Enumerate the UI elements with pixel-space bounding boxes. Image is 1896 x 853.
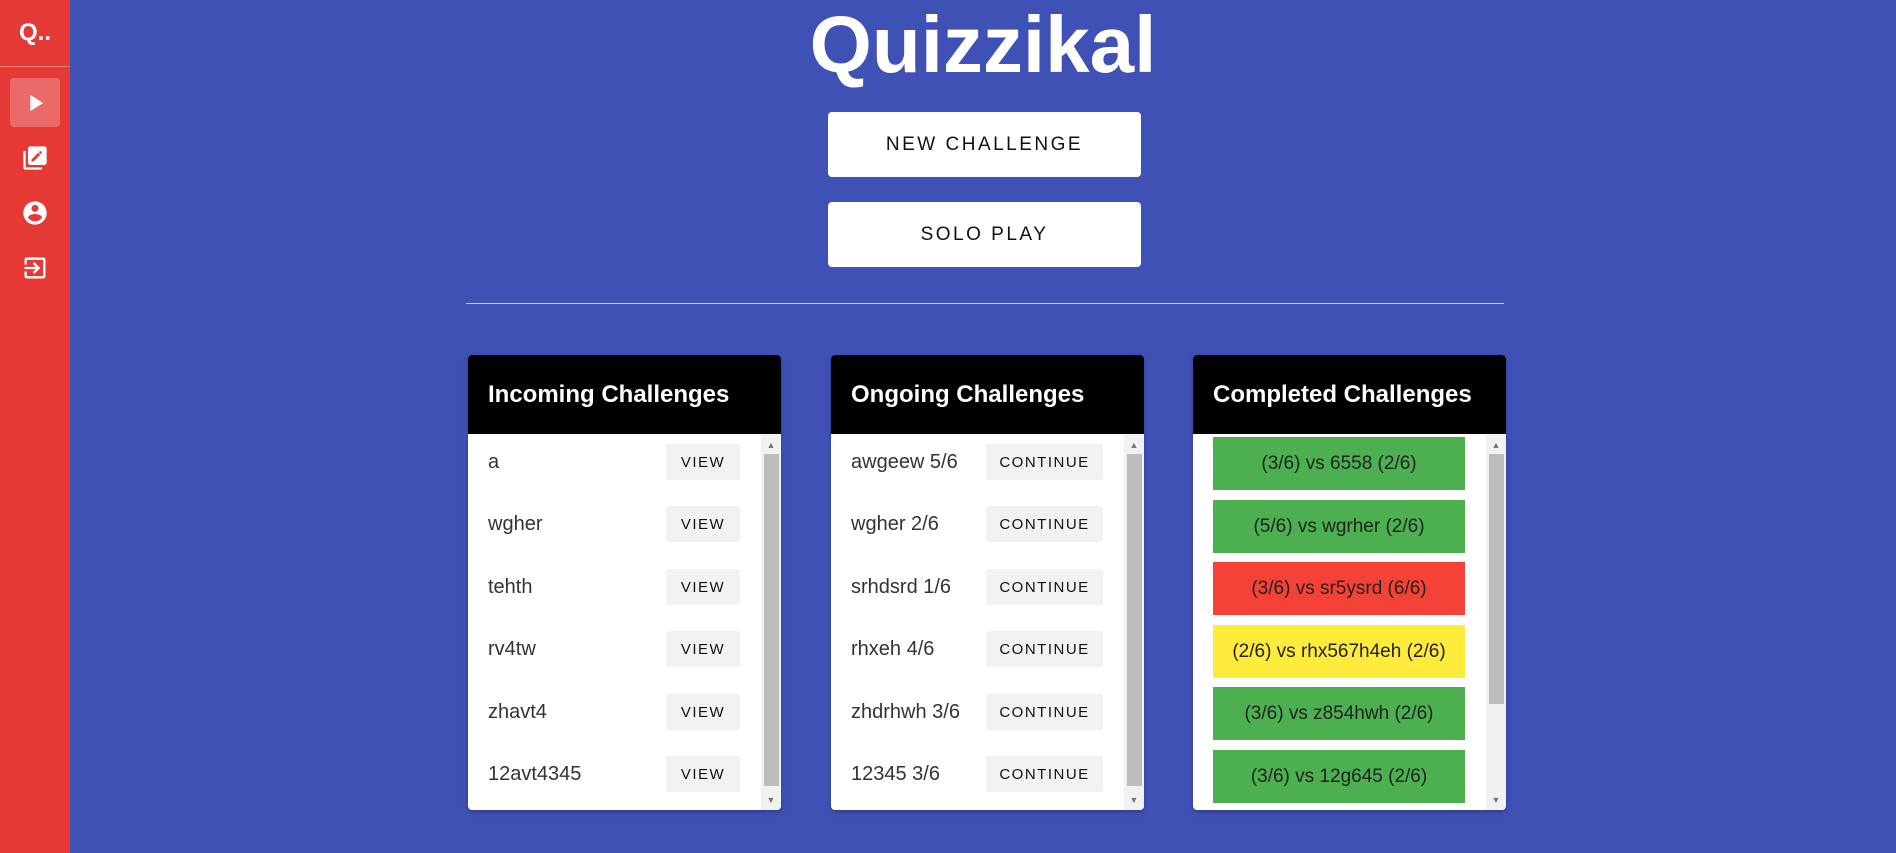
challenge-progress: rhxeh 4/6 — [851, 637, 935, 660]
list-item: zhavt4 VIEW — [488, 692, 740, 732]
scroll-up-arrow-icon[interactable]: ▲ — [1124, 436, 1144, 453]
challenger-name: tehth — [488, 575, 533, 598]
list-item: 12345 3/6 CONTINUE — [851, 754, 1103, 794]
view-button[interactable]: VIEW — [666, 631, 740, 667]
list-item: rhxeh 4/6 CONTINUE — [851, 629, 1103, 669]
incoming-challenges-card: Incoming Challenges a VIEW wgher VIEW te… — [468, 355, 781, 810]
list-item: rv4tw VIEW — [488, 629, 740, 669]
result-item[interactable]: (3/6) vs 6558 (2/6) — [1213, 437, 1465, 490]
scroll-up-arrow-icon[interactable]: ▲ — [1486, 436, 1506, 453]
nav-logout[interactable] — [10, 243, 60, 292]
challenger-name: zhavt4 — [488, 700, 547, 723]
scroll-down-arrow-icon[interactable]: ▼ — [1124, 791, 1144, 808]
challenge-progress: 12345 3/6 — [851, 762, 940, 785]
challenger-name: rv4tw — [488, 637, 536, 660]
scrollbar[interactable]: ▲ ▼ — [1486, 434, 1506, 810]
card-title: Incoming Challenges — [468, 355, 781, 434]
result-item[interactable]: (2/6) vs rhx567h4eh (2/6) — [1213, 625, 1465, 678]
app-logo[interactable]: Q.. — [0, 0, 70, 67]
continue-button[interactable]: CONTINUE — [986, 694, 1103, 730]
challenge-progress: wgher 2/6 — [851, 512, 939, 535]
challenge-progress: awgeew 5/6 — [851, 450, 958, 473]
scroll-thumb[interactable] — [1489, 454, 1504, 704]
incoming-list: a VIEW wgher VIEW tehth VIEW rv4tw VIEW … — [468, 434, 781, 810]
challenge-progress: srhdsrd 1/6 — [851, 575, 952, 598]
challenge-progress: zhdrhwh 3/6 — [851, 700, 960, 723]
page-title: Quizzikal — [809, 0, 1157, 89]
continue-button[interactable]: CONTINUE — [986, 569, 1103, 605]
scrollbar[interactable]: ▲ ▼ — [761, 434, 781, 810]
view-button[interactable]: VIEW — [666, 506, 740, 542]
ongoing-list: awgeew 5/6 CONTINUE wgher 2/6 CONTINUE s… — [831, 434, 1144, 810]
edit-icon — [23, 145, 47, 170]
ongoing-challenges-card: Ongoing Challenges awgeew 5/6 CONTINUE w… — [831, 355, 1144, 810]
nav-account[interactable] — [10, 188, 60, 237]
continue-button[interactable]: CONTINUE — [986, 506, 1103, 542]
scroll-down-arrow-icon[interactable]: ▼ — [761, 791, 781, 808]
divider — [466, 303, 1504, 304]
view-button[interactable]: VIEW — [666, 694, 740, 730]
completed-challenges-card: Completed Challenges (3/6) vs 6558 (2/6)… — [1193, 355, 1506, 810]
card-title: Completed Challenges — [1193, 355, 1506, 434]
list-item: zhdrhwh 3/6 CONTINUE — [851, 692, 1103, 732]
scroll-up-arrow-icon[interactable]: ▲ — [761, 436, 781, 453]
scroll-thumb[interactable] — [764, 454, 779, 786]
list-item: wgher 2/6 CONTINUE — [851, 504, 1103, 544]
challenger-name: a — [488, 450, 500, 473]
list-item: tehth VIEW — [488, 567, 740, 607]
list-item: srhdsrd 1/6 CONTINUE — [851, 567, 1103, 607]
play-icon — [30, 94, 44, 111]
continue-button[interactable]: CONTINUE — [986, 756, 1103, 792]
challenger-name: wgher — [488, 512, 543, 535]
logout-icon — [24, 257, 46, 278]
view-button[interactable]: VIEW — [666, 756, 740, 792]
sidebar: Q.. — [0, 0, 70, 853]
result-item[interactable]: (3/6) vs sr5ysrd (6/6) — [1213, 562, 1465, 615]
result-item[interactable]: (5/6) vs wgrher (2/6) — [1213, 500, 1465, 553]
challenger-name: 12avt4345 — [488, 762, 582, 785]
card-title: Ongoing Challenges — [831, 355, 1144, 434]
view-button[interactable]: VIEW — [666, 444, 740, 480]
scroll-down-arrow-icon[interactable]: ▼ — [1486, 791, 1506, 808]
account-icon — [23, 200, 47, 225]
nav-play[interactable] — [10, 78, 60, 127]
solo-play-button[interactable]: SOLO PLAY — [828, 202, 1141, 267]
nav-edit[interactable] — [10, 133, 60, 182]
result-item[interactable]: (3/6) vs z854hwh (2/6) — [1213, 687, 1465, 740]
scrollbar[interactable]: ▲ ▼ — [1124, 434, 1144, 810]
completed-list: (3/6) vs 6558 (2/6) (5/6) vs wgrher (2/6… — [1193, 434, 1506, 810]
new-challenge-button[interactable]: NEW CHALLENGE — [828, 112, 1141, 177]
continue-button[interactable]: CONTINUE — [986, 444, 1103, 480]
list-item: wgher VIEW — [488, 504, 740, 544]
list-item: awgeew 5/6 CONTINUE — [851, 442, 1103, 482]
result-item[interactable]: (3/6) vs 12g645 (2/6) — [1213, 750, 1465, 803]
continue-button[interactable]: CONTINUE — [986, 631, 1103, 667]
list-item: 12avt4345 VIEW — [488, 754, 740, 794]
scroll-thumb[interactable] — [1127, 454, 1142, 786]
view-button[interactable]: VIEW — [666, 569, 740, 605]
list-item: a VIEW — [488, 442, 740, 482]
